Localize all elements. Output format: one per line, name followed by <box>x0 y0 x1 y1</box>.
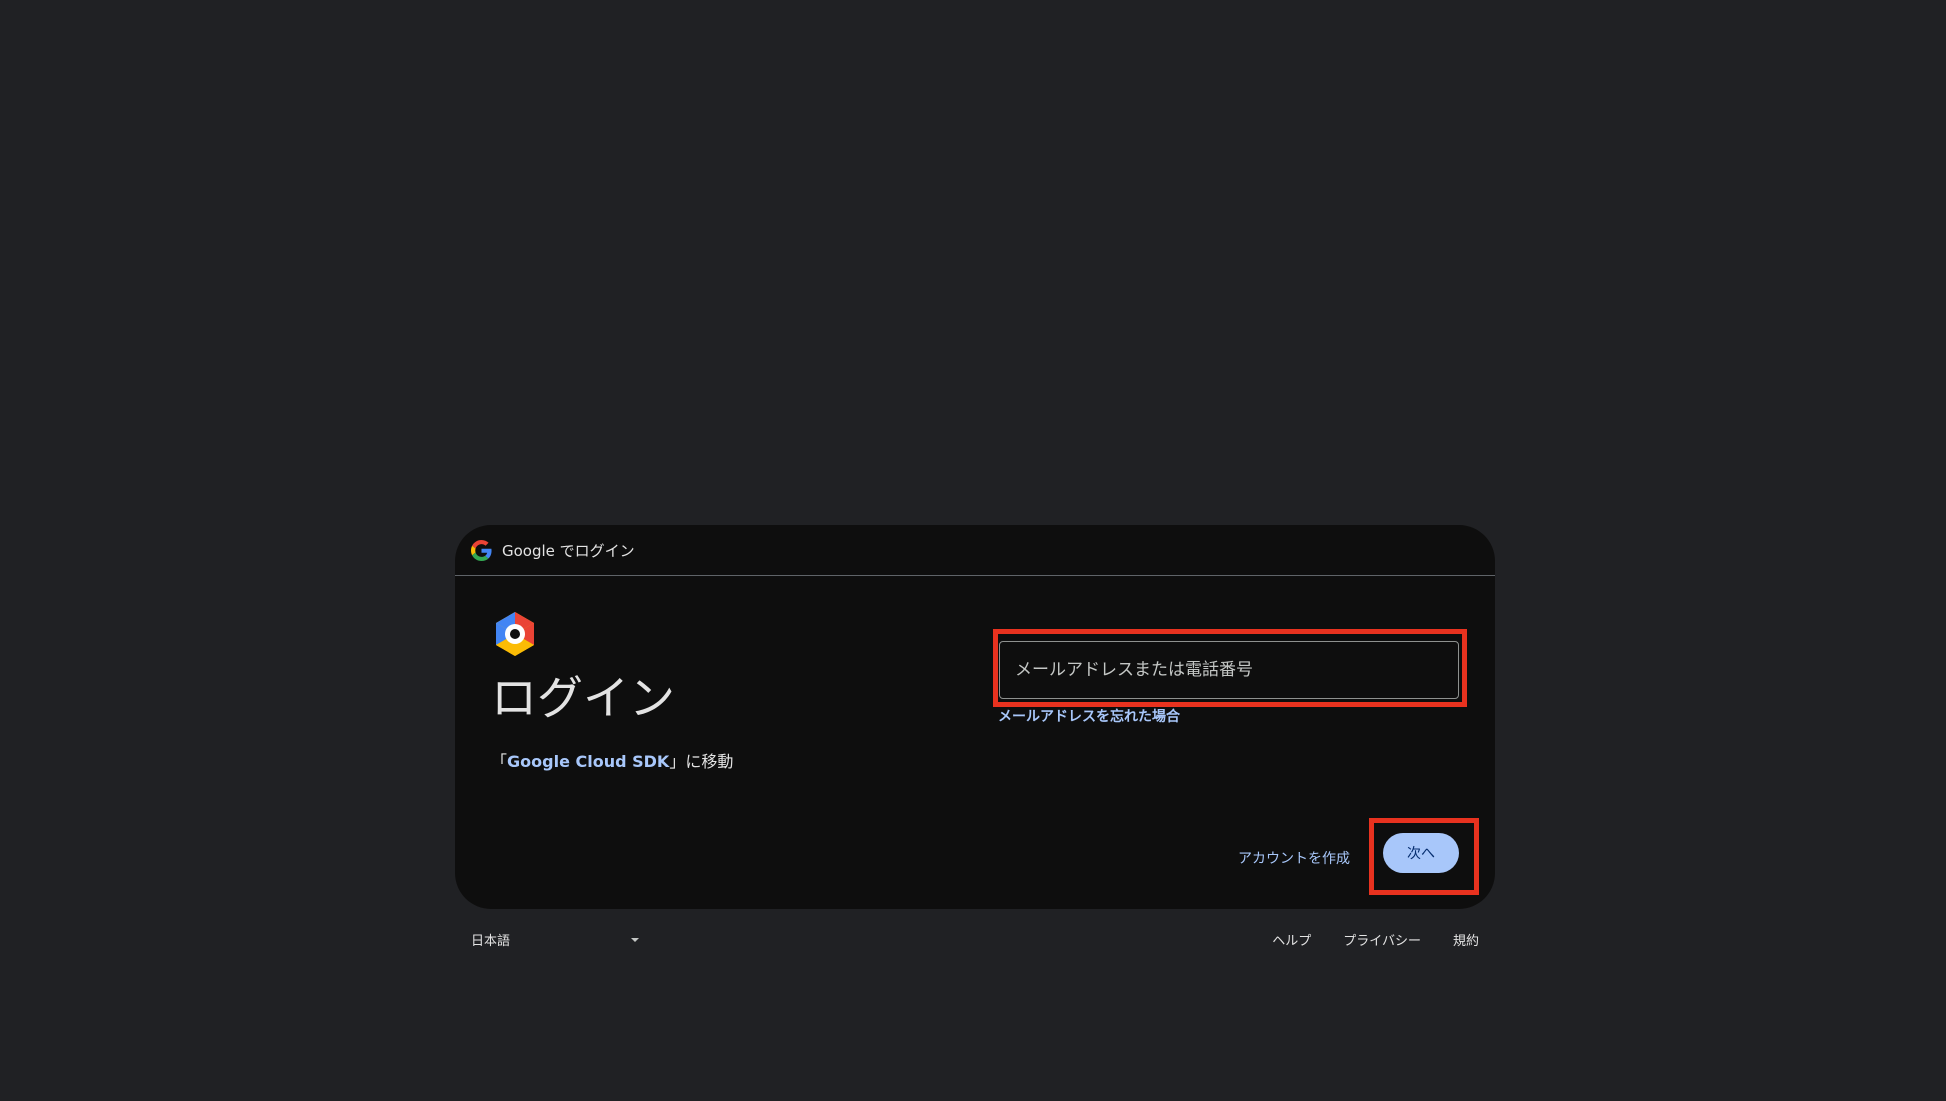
subtitle-suffix: 」に移動 <box>669 752 734 771</box>
google-g-icon <box>471 539 492 561</box>
subtitle: 「Google Cloud SDK」に移動 <box>491 748 733 772</box>
language-select[interactable]: 日本語 <box>471 930 641 949</box>
footer: 日本語 ヘルプ プライバシー 規約 <box>455 922 1495 956</box>
subtitle-prefix: 「 <box>491 752 508 771</box>
footer-link-privacy[interactable]: プライバシー <box>1343 930 1421 949</box>
create-account-button[interactable]: アカウントを作成 <box>1230 842 1358 874</box>
sign-in-card: Google でログイン ログイン 「Google Cloud SDK」に移動 … <box>455 525 1495 909</box>
card-header: Google でログイン <box>455 525 1495 576</box>
email-field[interactable] <box>1000 642 1458 698</box>
next-button[interactable]: 次へ <box>1383 833 1459 873</box>
language-label: 日本語 <box>471 934 511 949</box>
footer-links: ヘルプ プライバシー 規約 <box>1272 930 1479 949</box>
app-name-link[interactable]: Google Cloud SDK <box>507 752 669 771</box>
footer-link-terms[interactable]: 規約 <box>1453 930 1479 949</box>
forgot-email-link[interactable]: メールアドレスを忘れた場合 <box>998 706 1180 726</box>
footer-link-help[interactable]: ヘルプ <box>1272 930 1311 949</box>
page-title: ログイン <box>491 671 675 725</box>
header-title: Google でログイン <box>502 541 635 560</box>
google-cloud-icon <box>491 610 539 658</box>
email-field-container <box>999 641 1459 699</box>
caret-down-icon <box>631 937 639 942</box>
